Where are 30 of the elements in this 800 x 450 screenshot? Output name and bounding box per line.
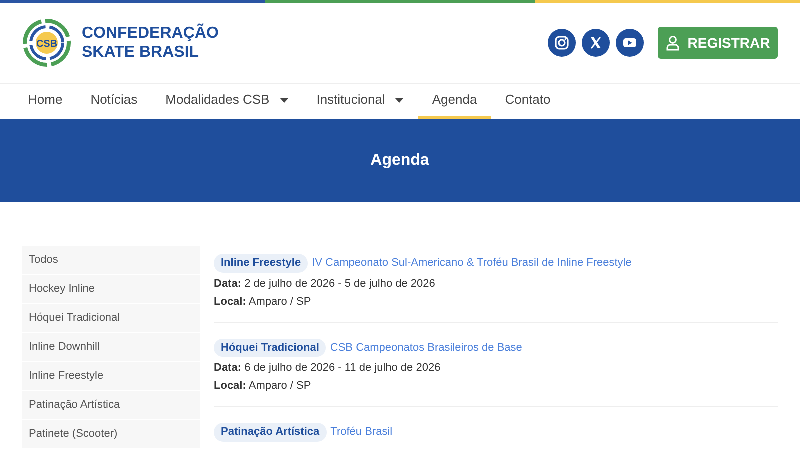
event-date: Data: 2 de julho de 2026 - 5 de julho de 2026 — [214, 276, 436, 290]
logo-text: CONFEDERAÇÃO — [82, 24, 219, 43]
filter-item[interactable]: Todos — [22, 246, 200, 274]
nav-link[interactable]: Home — [14, 84, 77, 119]
filter-item[interactable]: Inline Freestyle — [22, 362, 200, 390]
filter-item[interactable]: Patinação Artística — [22, 391, 200, 419]
filter-item[interactable]: Hockey Inline — [22, 275, 200, 303]
logo-text: SKATE BRASIL — [82, 43, 200, 62]
event-location: Local: Amparo / SP — [214, 379, 312, 393]
x-logo-icon[interactable] — [582, 29, 610, 57]
nav-link[interactable]: Modalidades CSB — [152, 84, 303, 119]
filter-item[interactable]: Inline Downhill — [22, 333, 200, 361]
user-icon — [666, 35, 680, 51]
filter-item[interactable]: Patinete (Scooter) — [22, 420, 200, 448]
category-tag: Hóquei Tradicional — [214, 338, 326, 357]
nav-link[interactable]: Institucional — [302, 84, 418, 119]
logo-icon: CSB — [22, 18, 72, 68]
nav-link[interactable]: Contato — [491, 84, 565, 119]
instagram-icon[interactable] — [548, 29, 576, 57]
event-date: Data: 6 de julho de 2026 - 11 de julho de 2026 — [214, 361, 442, 375]
play-button-icon[interactable] — [616, 29, 644, 57]
event-link[interactable]: CSB Campeonatos Brasileiros de Base — [330, 340, 522, 356]
filter-item[interactable]: Hóquei Tradicional — [22, 304, 200, 332]
event-location: Local: Amparo / SP — [214, 294, 312, 308]
nav-link[interactable]: Notícias — [76, 84, 152, 119]
event-link[interactable]: IV Campeonato Sul-Americano & Troféu Brasil de Inline Freestyle — [312, 255, 632, 272]
page-title: Agenda — [370, 150, 430, 170]
category-tag: Inline Freestyle — [214, 254, 308, 272]
event-link[interactable]: Troféu Brasil — [330, 424, 393, 440]
category-tag: Patinação Artística — [214, 423, 327, 442]
